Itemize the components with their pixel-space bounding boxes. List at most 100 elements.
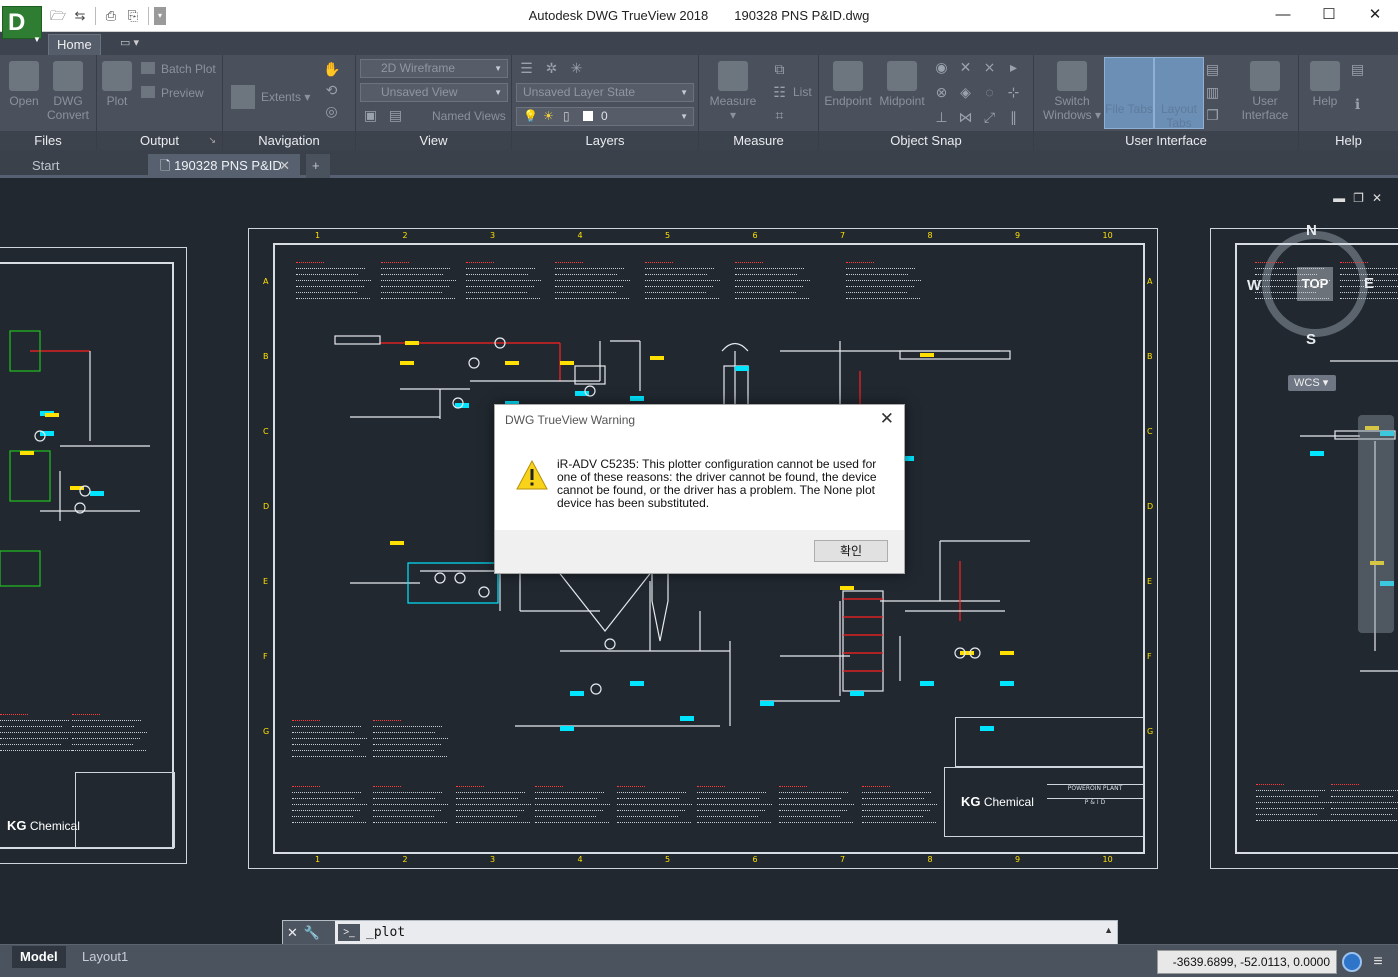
ribbon-options-icon[interactable]: ▭ ▾ xyxy=(112,34,147,55)
dialog-title: DWG TrueView Warning xyxy=(505,413,636,427)
orbit-icon[interactable]: ⟲ xyxy=(323,82,340,99)
status-bar: Model Layout1 -3639.6899, -52.0113, 0.00… xyxy=(0,944,1398,977)
batch-plot-button[interactable]: Batch Plot xyxy=(141,61,216,77)
learning-icon[interactable]: ▤ xyxy=(1349,61,1366,78)
steering-wheel-icon[interactable]: ◎ xyxy=(323,103,340,120)
ok-button[interactable]: 확인 xyxy=(814,540,888,562)
layout-tabs-button[interactable]: Layout Tabs xyxy=(1154,57,1204,130)
panel-object-snap: Endpoint Midpoint ◉ ✕ ⨯ ▸ ⊗ ◈ ◌ ⊹ ⊥ ⋈ ⤢ ∥ Object … xyxy=(819,55,1034,150)
compass-north[interactable]: N xyxy=(1306,222,1317,239)
preview-button[interactable]: Preview xyxy=(141,85,204,101)
nearest-snap-icon[interactable]: ⋈ xyxy=(957,109,974,126)
named-views-button[interactable]: Named Views xyxy=(432,108,506,124)
navigation-bar[interactable] xyxy=(1358,415,1394,633)
note-line xyxy=(381,298,455,301)
tab-model[interactable]: Model xyxy=(12,946,66,968)
instrument-tag xyxy=(570,691,584,696)
wcs-menu[interactable]: WCS ▾ xyxy=(1288,375,1336,391)
application-menu-button[interactable]: D ▼ xyxy=(2,6,42,44)
tab-home[interactable]: Home xyxy=(48,34,101,55)
customize-icon[interactable]: 🔧 xyxy=(304,925,320,940)
midpoint-button[interactable]: Midpoint xyxy=(875,57,929,108)
endpoint-button[interactable]: Endpoint xyxy=(821,57,875,108)
apparent-intersection-icon[interactable]: ⨯ xyxy=(981,59,998,76)
command-prompt-icon[interactable]: >_ xyxy=(338,924,360,941)
note-line xyxy=(373,744,441,747)
maximize-icon[interactable]: ☐ xyxy=(1306,0,1352,30)
new-tab-button[interactable]: + xyxy=(306,154,330,178)
dwg-convert-button[interactable]: DWG Convert xyxy=(44,57,92,122)
visual-style-dropdown[interactable]: 2D Wireframe ▼ xyxy=(360,59,508,78)
info-icon[interactable]: ℹ xyxy=(1349,96,1366,113)
view-manager-icon[interactable]: ▣ xyxy=(362,107,379,124)
pan-icon[interactable]: ✋ xyxy=(323,61,340,78)
command-input[interactable]: _plot xyxy=(366,925,405,940)
layer-tools: ☰ ✲ ✳ xyxy=(518,60,585,77)
tab-start[interactable]: Start xyxy=(20,154,138,178)
tangent-snap-icon[interactable]: ◌ xyxy=(981,84,998,101)
current-layer-dropdown[interactable]: 💡 ☀ ▯ 0 ▼ xyxy=(516,107,694,126)
layer-freeze-icon[interactable]: ✳ xyxy=(568,60,585,77)
note-line xyxy=(1331,820,1398,823)
id-point-icon[interactable]: ⧉ xyxy=(771,61,788,78)
plot-button[interactable]: Plot xyxy=(99,57,135,108)
panel-layers: ☰ ✲ ✳ Unsaved Layer State ▼ 💡 ☀ ▯ 0 ▼ Layers xyxy=(512,55,699,150)
panel-title-navigation: Navigation xyxy=(223,131,355,150)
note-line xyxy=(373,810,441,813)
named-views-icon[interactable]: ▤ xyxy=(387,107,404,124)
close-command-line-icon[interactable]: ✕ xyxy=(287,925,298,940)
note-line xyxy=(1255,262,1283,265)
tile-horizontal-icon[interactable]: ▤ xyxy=(1204,61,1221,78)
intersection-snap-icon[interactable]: ✕ xyxy=(957,59,974,76)
parallel-snap-icon[interactable]: ∥ xyxy=(1005,109,1022,126)
extension-snap-icon[interactable]: ⤢ xyxy=(981,109,998,126)
extents-button[interactable]: Extents ▾ xyxy=(231,85,310,109)
note-line xyxy=(381,274,443,277)
command-line[interactable]: ✕ 🔧 >_ _plot ▲ xyxy=(282,920,1118,945)
perpendicular-snap-icon[interactable]: ⊥ xyxy=(933,109,950,126)
annotation-monitor-icon[interactable] xyxy=(1342,952,1362,972)
tab-layout1[interactable]: Layout1 xyxy=(74,946,136,968)
view-dropdown[interactable]: Unsaved View ▼ xyxy=(360,83,508,102)
help-button[interactable]: Help xyxy=(1303,57,1347,108)
dialog-close-icon[interactable]: ✕ xyxy=(880,409,894,429)
tab-drawing[interactable]: 🗋 190328 PNS P&ID ✕ xyxy=(148,154,300,178)
tab-close-icon[interactable]: ✕ xyxy=(279,154,290,178)
command-line-handle: ✕ 🔧 xyxy=(283,921,335,944)
file-tab-icon: 🗋 xyxy=(160,158,175,173)
center-snap-icon[interactable]: ◉ xyxy=(933,59,950,76)
line-tag xyxy=(920,353,934,357)
note-line xyxy=(292,804,367,807)
note-line xyxy=(373,738,448,741)
user-interface-button[interactable]: User Interface xyxy=(1230,57,1300,122)
compass-south[interactable]: S xyxy=(1306,331,1316,348)
note-line xyxy=(381,292,442,295)
layer-isolate-icon[interactable]: ✲ xyxy=(543,60,560,77)
switch-windows-button[interactable]: Switch Windows ▾ xyxy=(1042,57,1102,122)
insertion-snap-icon[interactable]: ⊹ xyxy=(1005,84,1022,101)
list-button[interactable]: List xyxy=(793,84,812,100)
minimize-icon[interactable]: — xyxy=(1260,0,1306,30)
quadrant-snap-icon[interactable]: ◈ xyxy=(957,84,974,101)
note-line xyxy=(645,268,714,271)
snap-more-icon[interactable]: ▸ xyxy=(1005,59,1022,76)
open-button[interactable]: Open xyxy=(4,57,44,108)
cascade-icon[interactable]: ❐ xyxy=(1204,107,1221,124)
list-icon[interactable]: ☷ xyxy=(771,84,788,101)
equipment-note xyxy=(735,259,810,304)
close-icon[interactable]: ✕ xyxy=(1352,0,1398,30)
file-tabs-button[interactable]: File Tabs xyxy=(1104,57,1154,129)
tile-vertical-icon[interactable]: ▥ xyxy=(1204,84,1221,101)
command-history-icon[interactable]: ▲ xyxy=(1104,925,1113,935)
measure-button[interactable]: Measure ▾ xyxy=(705,57,761,122)
panel-launcher-icon[interactable]: ↘ xyxy=(208,131,216,150)
instrument-tag xyxy=(980,726,994,731)
distance-icon[interactable]: ⌗ xyxy=(771,107,788,124)
layer-properties-icon[interactable]: ☰ xyxy=(518,60,535,77)
note-line xyxy=(1340,274,1398,277)
note-line xyxy=(292,720,320,723)
note-line xyxy=(735,274,797,277)
layer-state-dropdown[interactable]: Unsaved Layer State ▼ xyxy=(516,83,694,102)
customization-menu-icon[interactable]: ≡ xyxy=(1368,952,1388,972)
node-snap-icon[interactable]: ⊗ xyxy=(933,84,950,101)
